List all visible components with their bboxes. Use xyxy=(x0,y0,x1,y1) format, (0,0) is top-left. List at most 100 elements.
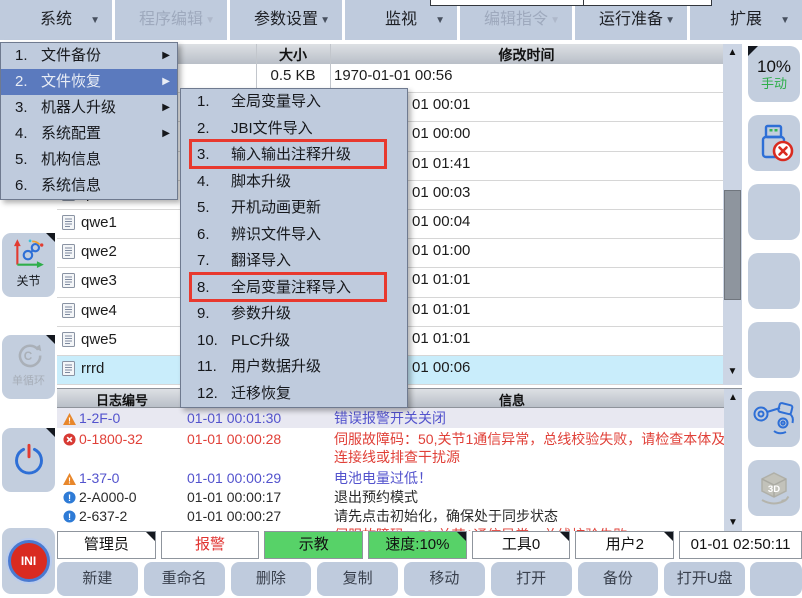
svg-text:C: C xyxy=(23,350,32,363)
log-message: 伺服故障码：50,关节1通信异常，总线校验失败，请检查本体及连接线或排查干扰源 xyxy=(334,430,729,466)
menu-monitor[interactable]: 监视▼ xyxy=(345,0,460,40)
status-user-level[interactable]: 管理员 xyxy=(57,531,156,559)
file-mtime: 01 01:41 xyxy=(412,155,470,172)
log-message: 错误报警开关关闭 xyxy=(334,409,729,427)
log-time: 01-01 00:00:17 xyxy=(187,488,281,506)
status-user-coord[interactable]: 用户2 xyxy=(575,531,674,559)
scroll-up-icon[interactable]: ▲ xyxy=(724,392,742,403)
submenu-item-boot-animation-update[interactable]: 5.开机动画更新 xyxy=(181,195,407,222)
submenu-item-plc-upgrade[interactable]: 10.PLC升级 xyxy=(181,328,407,355)
chevron-down-icon: ▼ xyxy=(665,1,675,41)
document-icon xyxy=(62,273,75,288)
view-3d-button[interactable]: 3D xyxy=(748,460,800,516)
speed-value: 10% xyxy=(757,57,791,76)
submenu-item-migration-restore[interactable]: 12.迁移恢复 xyxy=(181,381,407,408)
sidebar-slot-3[interactable] xyxy=(748,322,800,378)
system-menu-item-file-restore[interactable]: 2.文件恢复▶ xyxy=(1,69,177,95)
menu-parameter-settings[interactable]: 参数设置▼ xyxy=(230,0,345,40)
system-menu-item-system-info[interactable]: 6.系统信息 xyxy=(1,173,177,199)
status-speed[interactable]: 速度:10% xyxy=(368,531,467,559)
status-bar: 管理员 报警 示教 速度:10% 工具0 用户2 01-01 02:50:11 xyxy=(57,531,802,559)
robot-pendant-screen: 系统▼ 程序编辑▼ 参数设置▼ 监视▼ 编辑指令▼ 运行准备▼ 扩展▼ 大小 修… xyxy=(0,0,802,598)
open-usb-button[interactable]: 打开U盘 xyxy=(664,562,745,596)
submenu-item-io-comment-upgrade[interactable]: 3.输入输出注释升级 xyxy=(181,142,407,169)
menu-system[interactable]: 系统▼ xyxy=(0,0,115,40)
hand-teach-icon xyxy=(752,400,796,438)
submenu-arrow-icon: ▶ xyxy=(162,69,170,95)
status-tool[interactable]: 工具0 xyxy=(472,531,571,559)
menu-run-prepare[interactable]: 运行准备▼ xyxy=(575,0,690,40)
new-button[interactable]: 新建 xyxy=(57,562,138,596)
sidebar-slot-1[interactable] xyxy=(748,184,800,240)
error-icon xyxy=(63,432,76,450)
log-scrollbar[interactable]: ▲ ▼ xyxy=(724,389,742,531)
menu-label: 编辑指令 xyxy=(484,11,548,28)
sidebar-slot-2[interactable] xyxy=(748,253,800,309)
scroll-down-icon[interactable]: ▼ xyxy=(723,366,742,377)
joint-label: 关节 xyxy=(2,274,55,288)
move-button[interactable]: 移动 xyxy=(404,562,485,596)
svg-text:!: ! xyxy=(68,416,71,425)
menu-extend[interactable]: 扩展 ▼ xyxy=(690,0,802,40)
submenu-item-identify-file-import[interactable]: 6.辨识文件导入 xyxy=(181,222,407,249)
log-col-id: 日志编号 xyxy=(57,390,187,409)
action-bar: 新建 重命名 删除 复制 移动 打开 备份 打开U盘 xyxy=(57,560,802,598)
file-mtime: 01 00:04 xyxy=(412,213,470,230)
log-panel: 日志编号 信息 ! 1-2F-0 01-01 00:01:30 错误报警开关关闭… xyxy=(57,388,742,531)
menu-label: 参数设置 xyxy=(254,11,318,28)
document-icon xyxy=(62,332,75,347)
3d-cube-icon: 3D xyxy=(754,469,794,507)
warning-icon: ! xyxy=(63,411,76,429)
col-header-mtime: 修改时间 xyxy=(330,45,723,65)
system-menu-item-file-backup[interactable]: 1.文件备份▶ xyxy=(1,43,177,69)
right-sidebar: 10% 手动 xyxy=(746,44,802,530)
submenu-item-jbi-file-import[interactable]: 2.JBI文件导入 xyxy=(181,116,407,143)
submenu-item-global-var-import[interactable]: 1.全局变量导入 xyxy=(181,89,407,116)
open-button[interactable]: 打开 xyxy=(491,562,572,596)
action-button-partial[interactable] xyxy=(750,562,802,596)
ini-logo-icon: INI xyxy=(8,540,50,582)
submenu-item-user-data-upgrade[interactable]: 11.用户数据升级 xyxy=(181,354,407,381)
scrollbar-thumb[interactable] xyxy=(724,190,741,300)
speed-mode-button[interactable]: 10% 手动 xyxy=(748,46,800,102)
submenu-arrow-icon: ▶ xyxy=(162,95,170,121)
status-clock: 01-01 02:50:11 xyxy=(679,531,802,559)
usb-status-button[interactable] xyxy=(748,115,800,171)
system-menu-item-mechanism-info[interactable]: 5.机构信息 xyxy=(1,147,177,173)
ini-logo-button[interactable]: INI xyxy=(2,528,55,594)
log-message: 退出预约模式 xyxy=(334,488,729,506)
info-icon: ! xyxy=(63,509,76,527)
joint-coordinate-button[interactable]: 关节 xyxy=(2,233,55,297)
system-menu-item-robot-upgrade[interactable]: 3.机器人升级▶ xyxy=(1,95,177,121)
copy-button[interactable]: 复制 xyxy=(317,562,398,596)
log-message: 请先点击初始化，确保处于同步状态 xyxy=(334,507,729,525)
menu-label: 扩展 xyxy=(730,11,762,28)
servo-power-button[interactable] xyxy=(2,428,55,492)
drag-teach-button[interactable] xyxy=(748,391,800,447)
rename-button[interactable]: 重命名 xyxy=(144,562,225,596)
status-alarm[interactable]: 报警 xyxy=(161,531,260,559)
delete-button[interactable]: 删除 xyxy=(231,562,312,596)
info-icon: ! xyxy=(63,490,76,508)
single-cycle-button[interactable]: C 单循环 xyxy=(2,335,55,399)
scroll-up-icon[interactable]: ▲ xyxy=(723,47,742,58)
log-id: 2-A000-0 xyxy=(79,488,137,506)
submenu-item-parameter-upgrade[interactable]: 9.参数升级 xyxy=(181,301,407,328)
status-mode-teach[interactable]: 示教 xyxy=(264,531,363,559)
submenu-item-translation-import[interactable]: 7.翻译导入 xyxy=(181,248,407,275)
chevron-down-icon: ▼ xyxy=(780,1,790,41)
backup-button[interactable]: 备份 xyxy=(578,562,659,596)
submenu-item-global-var-comment-import[interactable]: 8.全局变量注释导入 xyxy=(181,275,407,302)
file-mtime: 01 00:06 xyxy=(412,359,470,376)
file-name-cell: qwe3 xyxy=(62,272,117,289)
log-time: 01-01 00:00:29 xyxy=(187,469,281,487)
menu-label: 程序编辑 xyxy=(139,11,203,28)
log-id: 1-2F-0 xyxy=(79,409,120,427)
svg-text:!: ! xyxy=(68,476,71,485)
scroll-down-icon[interactable]: ▼ xyxy=(724,517,742,528)
log-time: 01-01 00:00:27 xyxy=(187,507,281,525)
system-menu-item-system-config[interactable]: 4.系统配置▶ xyxy=(1,121,177,147)
table-scrollbar[interactable]: ▲ ▼ xyxy=(723,44,742,385)
file-restore-submenu: 1.全局变量导入 2.JBI文件导入 3.输入输出注释升级 4.脚本升级 5.开… xyxy=(180,88,408,408)
submenu-item-script-upgrade[interactable]: 4.脚本升级 xyxy=(181,169,407,196)
